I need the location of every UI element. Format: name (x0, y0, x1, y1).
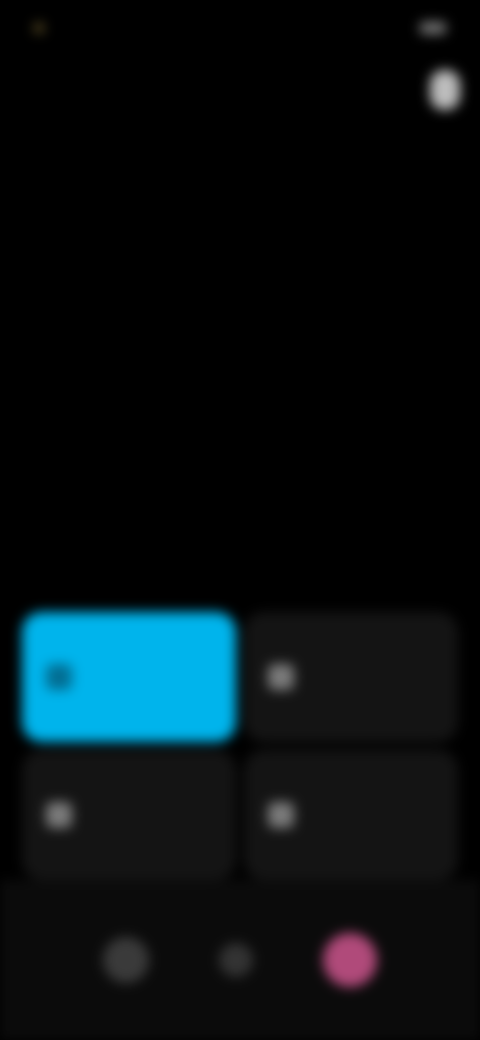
battery-icon (420, 22, 446, 34)
date-block (28, 122, 328, 168)
search-icon[interactable] (219, 943, 253, 977)
tile-icon (268, 802, 294, 828)
bottom-action-bar (0, 880, 480, 1040)
power-icon[interactable] (323, 933, 377, 987)
home-icon[interactable] (103, 937, 149, 983)
tile-icon (268, 664, 294, 690)
header (20, 62, 460, 118)
tile-icon (46, 802, 72, 828)
control-tiles-grid (22, 612, 458, 880)
status-bar (0, 0, 480, 56)
control-tile-active[interactable] (22, 612, 236, 742)
control-tile[interactable] (244, 750, 458, 880)
settings-icon[interactable] (430, 70, 460, 110)
control-tile[interactable] (22, 750, 236, 880)
control-tile[interactable] (244, 612, 458, 742)
date-main (28, 122, 328, 150)
status-right (412, 22, 446, 34)
blurred-phone-screen (0, 0, 480, 1040)
status-left (34, 23, 52, 33)
notification-dot-icon (34, 23, 44, 33)
tile-icon (46, 664, 72, 690)
